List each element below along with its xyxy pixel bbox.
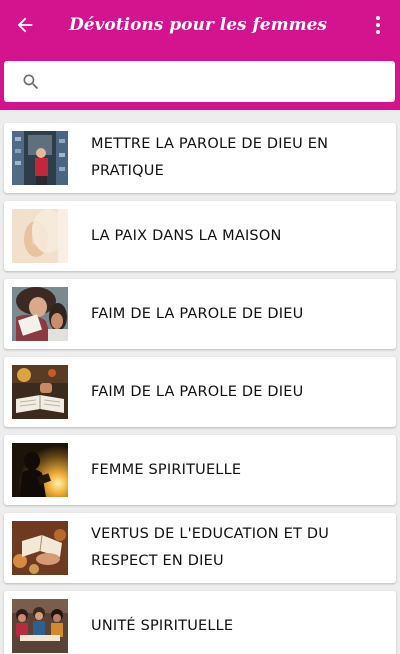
thumbnail-image	[12, 521, 68, 575]
thumbnail-image	[12, 209, 68, 263]
item-label: FAIM DE LA PAROLE DE DIEU	[91, 305, 304, 322]
search-icon	[23, 74, 39, 89]
devotion-list: METTRE LA PAROLE DE DIEU EN PRATIQUE LA …	[0, 110, 400, 654]
item-label: LA PAIX DANS LA MAISON	[91, 227, 282, 244]
item-label: FAIM DE LA PAROLE DE DIEU	[91, 383, 304, 400]
arrow-back-icon	[17, 17, 33, 33]
list-item[interactable]: FEMME SPIRITUELLE	[4, 435, 396, 505]
thumbnail-image	[12, 599, 68, 653]
app-bar: Dévotions pour les femmes	[0, 0, 400, 110]
item-label: VERTUS DE L'EDUCATION ET DU RESPECT EN D…	[91, 526, 330, 569]
list-item[interactable]: VERTUS DE L'EDUCATION ET DU RESPECT EN D…	[4, 513, 396, 583]
thumbnail-image	[12, 443, 68, 497]
thumbnail-image	[12, 131, 68, 185]
page-title: Dévotions pour les femmes	[69, 15, 327, 35]
search-bar[interactable]	[4, 61, 395, 102]
back-button[interactable]	[10, 10, 40, 40]
item-label: METTRE LA PAROLE DE DIEU EN PRATIQUE	[91, 136, 329, 179]
list-item[interactable]: FAIM DE LA PAROLE DE DIEU	[4, 279, 396, 349]
list-item[interactable]: METTRE LA PAROLE DE DIEU EN PRATIQUE	[4, 123, 396, 193]
more-vert-icon	[376, 16, 380, 34]
list-item[interactable]: FAIM DE LA PAROLE DE DIEU	[4, 357, 396, 427]
list-item[interactable]: LA PAIX DANS LA MAISON	[4, 201, 396, 271]
thumbnail-image	[12, 365, 68, 419]
thumbnail-image	[12, 287, 68, 341]
overflow-menu-button[interactable]	[366, 12, 390, 38]
list-item[interactable]: UNITÉ SPIRITUELLE	[4, 591, 396, 654]
search-input[interactable]	[51, 61, 395, 102]
item-label: FEMME SPIRITUELLE	[91, 461, 242, 478]
item-label: UNITÉ SPIRITUELLE	[91, 617, 234, 634]
